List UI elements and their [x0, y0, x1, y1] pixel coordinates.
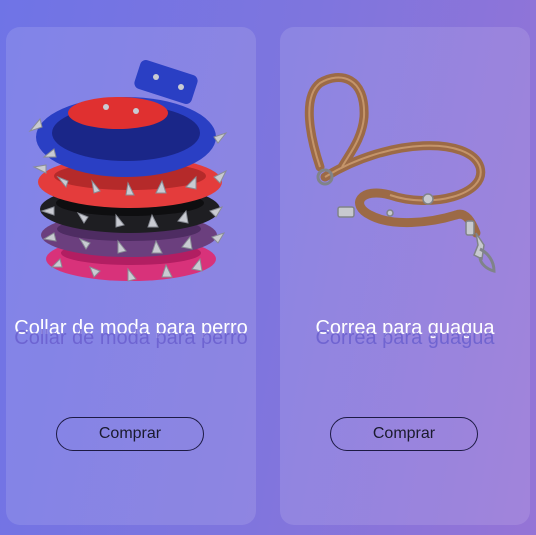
- spiked-dog-collars-image: [6, 27, 256, 297]
- product-title-reflection: Correa para guagua: [315, 327, 495, 349]
- buy-button[interactable]: Comprar: [56, 417, 204, 451]
- product-card-leash: Correa para guagua Correa para guagua Co…: [280, 27, 530, 525]
- product-grid: Collar de moda para perro Collar de moda…: [0, 0, 536, 535]
- product-title-reflection: Collar de moda para perro: [14, 327, 248, 349]
- leather-leash-image: [280, 27, 530, 297]
- product-title-wrap: Collar de moda para perro Collar de moda…: [6, 317, 256, 367]
- product-card-collar: Collar de moda para perro Collar de moda…: [6, 27, 256, 525]
- product-title-wrap: Correa para guagua Correa para guagua: [280, 317, 530, 367]
- buy-button[interactable]: Comprar: [330, 417, 478, 451]
